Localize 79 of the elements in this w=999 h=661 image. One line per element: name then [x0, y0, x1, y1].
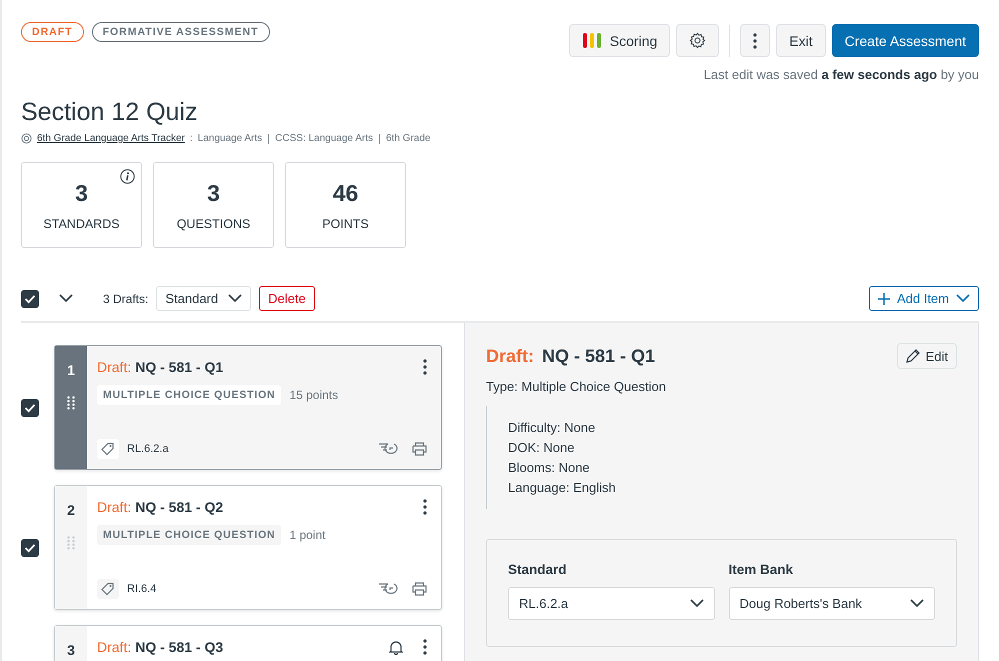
question-title[interactable]: NQ - 581 - Q3	[135, 639, 224, 655]
status-badge: DRAFT	[21, 22, 84, 42]
field-label: Standard	[508, 562, 568, 577]
more-options-icon[interactable]	[753, 32, 758, 48]
more-options-icon[interactable]	[423, 359, 427, 375]
subject-label: Language Arts	[198, 133, 262, 144]
pencil-icon	[906, 349, 920, 363]
question-number: 1	[67, 362, 75, 378]
drafts-count-label: 3 Drafts:	[103, 292, 148, 306]
plus-icon	[878, 292, 890, 304]
drag-handle-icon[interactable]	[67, 536, 75, 550]
chevron-down-icon	[690, 599, 704, 608]
tracker-link[interactable]: 6th Grade Language Arts Tracker	[37, 133, 185, 144]
question-type-text: Type: Multiple Choice Question	[486, 379, 667, 394]
info-icon[interactable]	[120, 169, 135, 184]
question-number: 3	[67, 642, 75, 658]
row-checkbox[interactable]	[21, 538, 39, 556]
row-checkbox[interactable]	[21, 398, 39, 416]
draft-label: Draft:	[97, 359, 132, 375]
tag-icon	[101, 582, 115, 596]
select-field[interactable]: Doug Roberts's Bank	[728, 587, 935, 620]
question-type-label: MULTIPLE CHOICE QUESTION	[97, 385, 282, 405]
edit-button[interactable]: Edit	[896, 343, 957, 369]
draft-label: Draft:	[486, 346, 534, 366]
more-options-icon[interactable]	[423, 639, 427, 655]
chevron-down-icon	[228, 294, 242, 303]
question-number: 2	[67, 502, 75, 518]
metadata-text: Blooms: None	[508, 460, 591, 475]
delete-button[interactable]: Delete	[259, 286, 315, 311]
chevron-down-icon	[910, 599, 924, 608]
separator-text: :	[190, 133, 193, 144]
standard-label: RI.6.4	[127, 583, 156, 595]
stat-label: QUESTIONS	[176, 216, 250, 230]
select-all-checkbox[interactable]	[21, 290, 39, 308]
question-card[interactable]: 2 Draft: NQ - 581 - Q2 MULTIPLE CHOICE QUESTION 1 point RI.6.4	[54, 485, 442, 610]
tag-icon	[101, 442, 115, 456]
save-status-text: Last edit was saved a few seconds ago by you	[704, 67, 979, 82]
draft-label: Draft:	[97, 639, 132, 655]
more-options-icon[interactable]	[423, 499, 427, 515]
scoring-button[interactable]: Scoring	[568, 24, 670, 57]
question-card[interactable]: 3 Draft: NQ - 581 - Q3	[54, 625, 442, 661]
chevron-down-icon	[956, 294, 970, 303]
question-title[interactable]: NQ - 581 - Q2	[135, 499, 224, 515]
stat-value: 46	[332, 180, 358, 206]
type-badge: FORMATIVE ASSESSMENT	[92, 22, 270, 42]
field-label: Item Bank	[728, 562, 794, 577]
settings-button[interactable]	[676, 24, 720, 57]
stat-label: POINTS	[322, 216, 369, 230]
bell-icon[interactable]	[389, 640, 403, 654]
exit-button[interactable]: Exit	[776, 24, 826, 57]
select-field[interactable]: RL.6.2.a	[508, 587, 714, 620]
question-title: NQ - 581 - Q1	[542, 346, 656, 366]
standard-label: RL.6.2.a	[127, 443, 169, 455]
question-type-label: MULTIPLE CHOICE QUESTION	[97, 525, 282, 545]
page-title: Section 12 Quiz	[21, 98, 198, 127]
metadata-text: DOK: None	[508, 440, 576, 455]
subject-label: 6th Grade	[386, 133, 430, 144]
stat-value: 3	[207, 180, 220, 206]
question-card[interactable]: 1 Draft: NQ - 581 - Q1 MULTIPLE CHOICE QUESTION 15 points RL.6.2.a	[54, 345, 442, 470]
draft-label: Draft:	[97, 499, 132, 515]
drag-handle-icon[interactable]	[67, 396, 75, 410]
scoring-bars-icon	[582, 32, 602, 49]
create-assessment-button[interactable]: Create Assessment	[832, 24, 979, 57]
metadata-text: Language: English	[508, 480, 617, 495]
points-label: 1 point	[289, 528, 326, 542]
add-item-button[interactable]: Add Item	[868, 286, 979, 311]
subject-label: CCSS: Language Arts	[275, 133, 373, 144]
target-icon	[21, 133, 32, 144]
settings-icon	[689, 32, 706, 49]
stat-value: 3	[75, 180, 88, 206]
points-label: 15 points	[289, 388, 338, 402]
question-title[interactable]: NQ - 581 - Q1	[135, 359, 224, 375]
print-icon[interactable]	[412, 442, 427, 456]
standard-dropdown[interactable]: Standard	[156, 286, 252, 311]
metadata-text: Difficulty: None	[508, 420, 596, 435]
stat-label: STANDARDS	[43, 216, 120, 230]
print-icon[interactable]	[412, 582, 427, 596]
expand-chevron-icon	[59, 294, 73, 303]
more-button[interactable]	[740, 24, 770, 57]
